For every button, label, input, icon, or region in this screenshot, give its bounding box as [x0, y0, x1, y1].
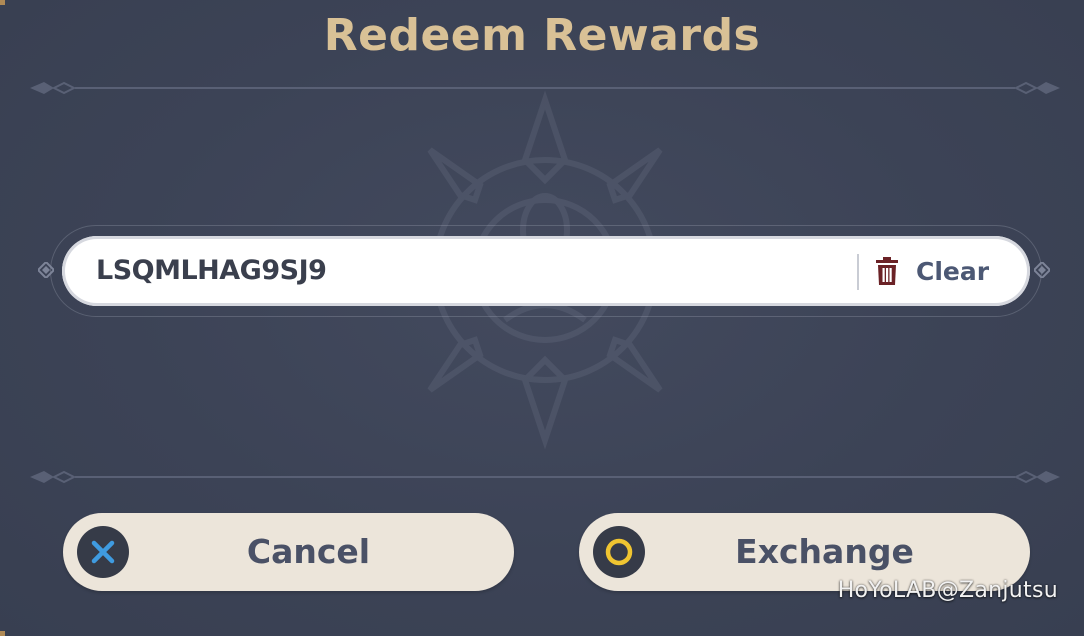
trash-icon	[876, 257, 898, 285]
frame-diamond-left-icon	[38, 262, 54, 278]
cancel-button[interactable]: Cancel	[63, 513, 514, 591]
field-separator	[857, 254, 859, 290]
frame-diamond-right-icon	[1034, 262, 1050, 278]
x-circle-icon	[77, 526, 129, 578]
corner-ornament-bottom-left	[0, 631, 5, 636]
bottom-divider	[30, 470, 1060, 484]
dialog-title: Redeem Rewards	[323, 10, 761, 61]
o-circle-icon	[593, 526, 645, 578]
clear-button[interactable]: Clear	[874, 236, 1004, 306]
corner-ornament-top-left	[0, 0, 5, 5]
redeem-dialog: Redeem Rewards LSQMLHAG9SJ9 Clear Cancel…	[0, 0, 1084, 636]
cancel-label: Cancel	[246, 532, 371, 571]
redeem-code-value[interactable]: LSQMLHAG9SJ9	[96, 236, 327, 306]
clear-label: Clear	[916, 256, 990, 286]
redeem-code-input[interactable]: LSQMLHAG9SJ9 Clear	[62, 236, 1030, 306]
source-watermark: HoYoLAB@Zanjutsu	[837, 578, 1058, 603]
